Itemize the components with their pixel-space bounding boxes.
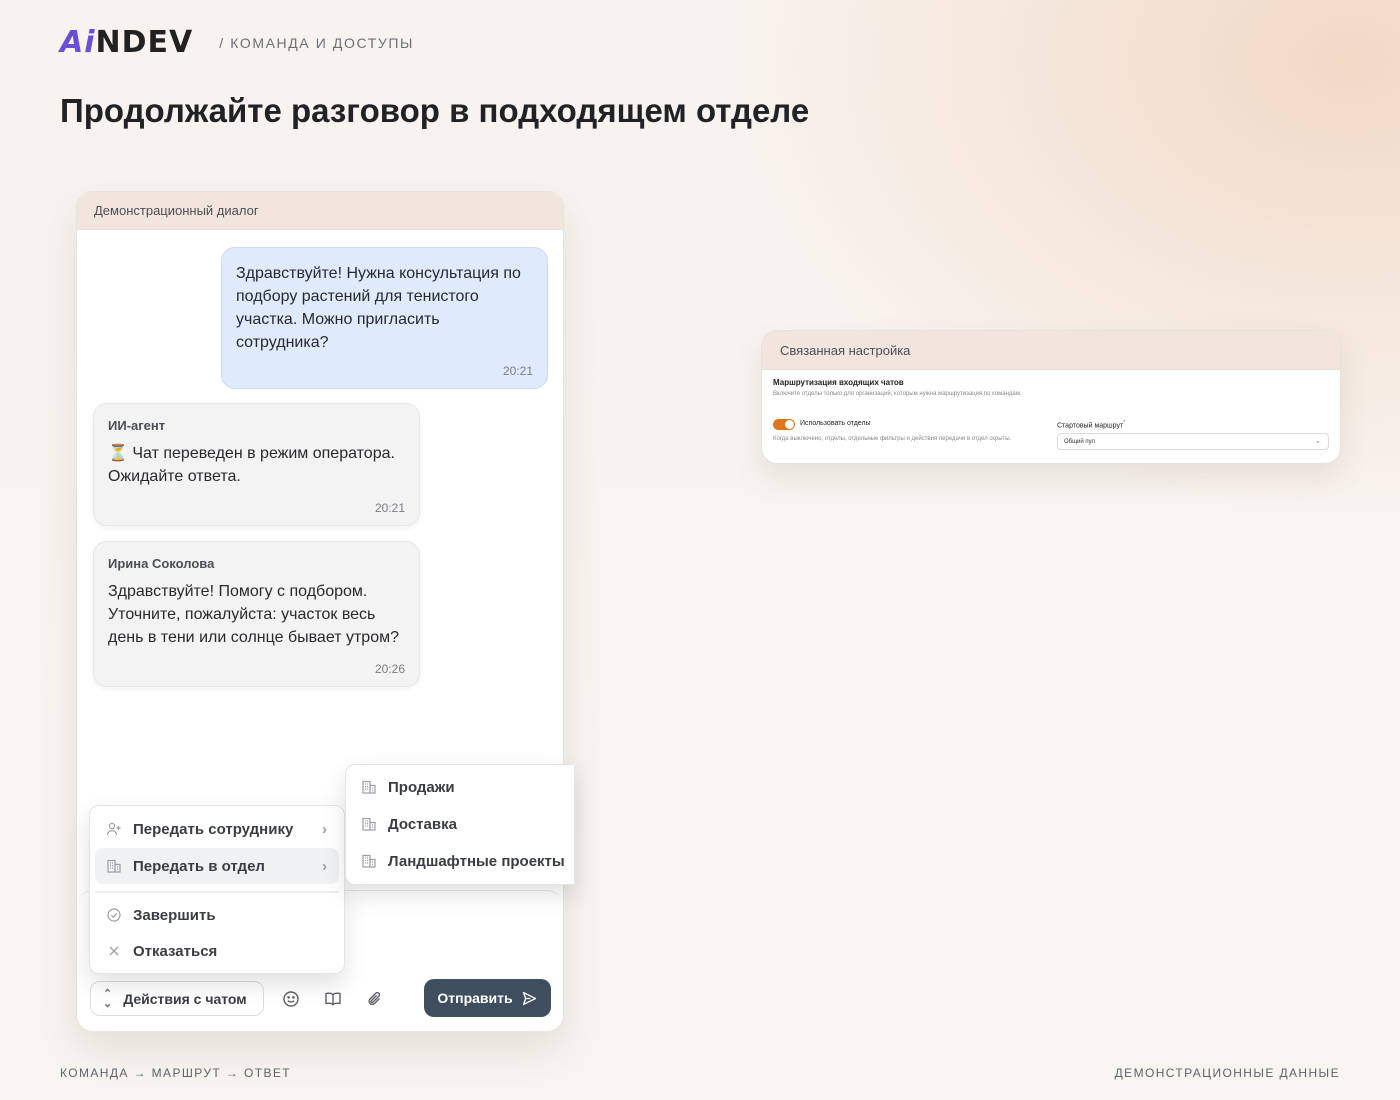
- message-text: ⏳ Чат переведен в режим оператора. Ожида…: [108, 445, 395, 485]
- message-time: 20:26: [374, 662, 405, 676]
- message-text: Здравствуйте! Помогу с подбором. Уточнит…: [108, 583, 399, 646]
- settings-header: Связанная настройка: [762, 331, 1340, 370]
- menu-item-finish[interactable]: Завершить: [95, 897, 339, 933]
- department-option[interactable]: Ландшафтные проекты: [346, 843, 565, 879]
- brand: AiNDEV / КОМАНДА И ДОСТУПЫ: [60, 28, 414, 58]
- chat-window: Демонстрационный диалог Здравствуйте! Ну…: [76, 191, 575, 1031]
- chat-actions-menu: Передать сотруднику › Передать в отдел ›…: [89, 805, 345, 974]
- user-plus-icon: [106, 821, 122, 837]
- emoji-icon[interactable]: [281, 989, 301, 1009]
- message-text: Здравствуйте! Нужна консультация по подб…: [236, 265, 521, 351]
- chevron-right-icon: ›: [322, 820, 327, 838]
- department-submenu: Продажи Доставка Ландшафтные проекты: [345, 764, 575, 885]
- building-icon: [361, 816, 377, 832]
- footer-flow: КОМАНДА → МАРШРУТ → ОТВЕТ: [60, 1066, 292, 1080]
- use-departments-toggle[interactable]: [773, 419, 795, 430]
- settings-description: Включите отделы только для организаций, …: [773, 391, 1022, 397]
- start-route-select[interactable]: Общий пул ⌄: [1057, 433, 1329, 450]
- menu-divider: [95, 891, 339, 893]
- chevron-updown-icon: ⌃ ⌄: [103, 987, 113, 1010]
- message-time: 20:21: [502, 364, 533, 378]
- toggle-hint: Когда выключено, отделы, отдельные фильт…: [773, 436, 1012, 442]
- paperclip-icon[interactable]: [365, 989, 385, 1009]
- settings-card: Связанная настройка Маршрутизация входящ…: [761, 330, 1341, 464]
- building-icon: [361, 853, 377, 869]
- send-icon: [522, 991, 536, 1005]
- toggle-label: Использовать отделы: [800, 420, 871, 427]
- building-icon: [106, 858, 122, 874]
- message-bubble-agent: ИИ-агент ⏳ Чат переведен в режим операто…: [93, 403, 420, 526]
- chat-actions-button[interactable]: ⌃ ⌄ Действия с чатом: [90, 981, 264, 1016]
- chevron-down-icon: ⌄: [1315, 438, 1321, 445]
- building-icon: [361, 779, 377, 795]
- close-icon: [106, 943, 122, 959]
- chat-header: Демонстрационный диалог: [77, 192, 563, 230]
- message-sender: ИИ-агент: [108, 418, 166, 433]
- message-bubble-operator: Ирина Соколова Здравствуйте! Помогу с по…: [93, 541, 420, 687]
- check-circle-icon: [106, 907, 122, 923]
- message-sender: Ирина Соколова: [108, 556, 215, 571]
- menu-item-transfer-department[interactable]: Передать в отдел ›: [95, 848, 339, 884]
- department-option[interactable]: Продажи: [346, 769, 455, 805]
- send-button[interactable]: Отправить: [424, 979, 551, 1017]
- message-bubble-user: Здравствуйте! Нужна консультация по подб…: [221, 247, 548, 389]
- department-option[interactable]: Доставка: [346, 806, 457, 842]
- settings-title: Маршрутизация входящих чатов: [773, 378, 904, 387]
- route-label: Стартовый маршрут*: [1057, 420, 1126, 430]
- book-icon[interactable]: [323, 989, 343, 1009]
- footer-note: ДЕМОНСТРАЦИОННЫЕ ДАННЫЕ: [1114, 1066, 1340, 1080]
- breadcrumb: / КОМАНДА И ДОСТУПЫ: [219, 35, 415, 51]
- page-title: Продолжайте разговор в подходящем отделе: [60, 92, 810, 129]
- menu-item-decline[interactable]: Отказаться: [95, 933, 339, 969]
- chevron-right-icon: ›: [322, 857, 327, 875]
- logo[interactable]: AiNDEV: [60, 28, 193, 58]
- menu-item-transfer-employee[interactable]: Передать сотруднику ›: [95, 811, 339, 847]
- message-time: 20:21: [374, 501, 405, 515]
